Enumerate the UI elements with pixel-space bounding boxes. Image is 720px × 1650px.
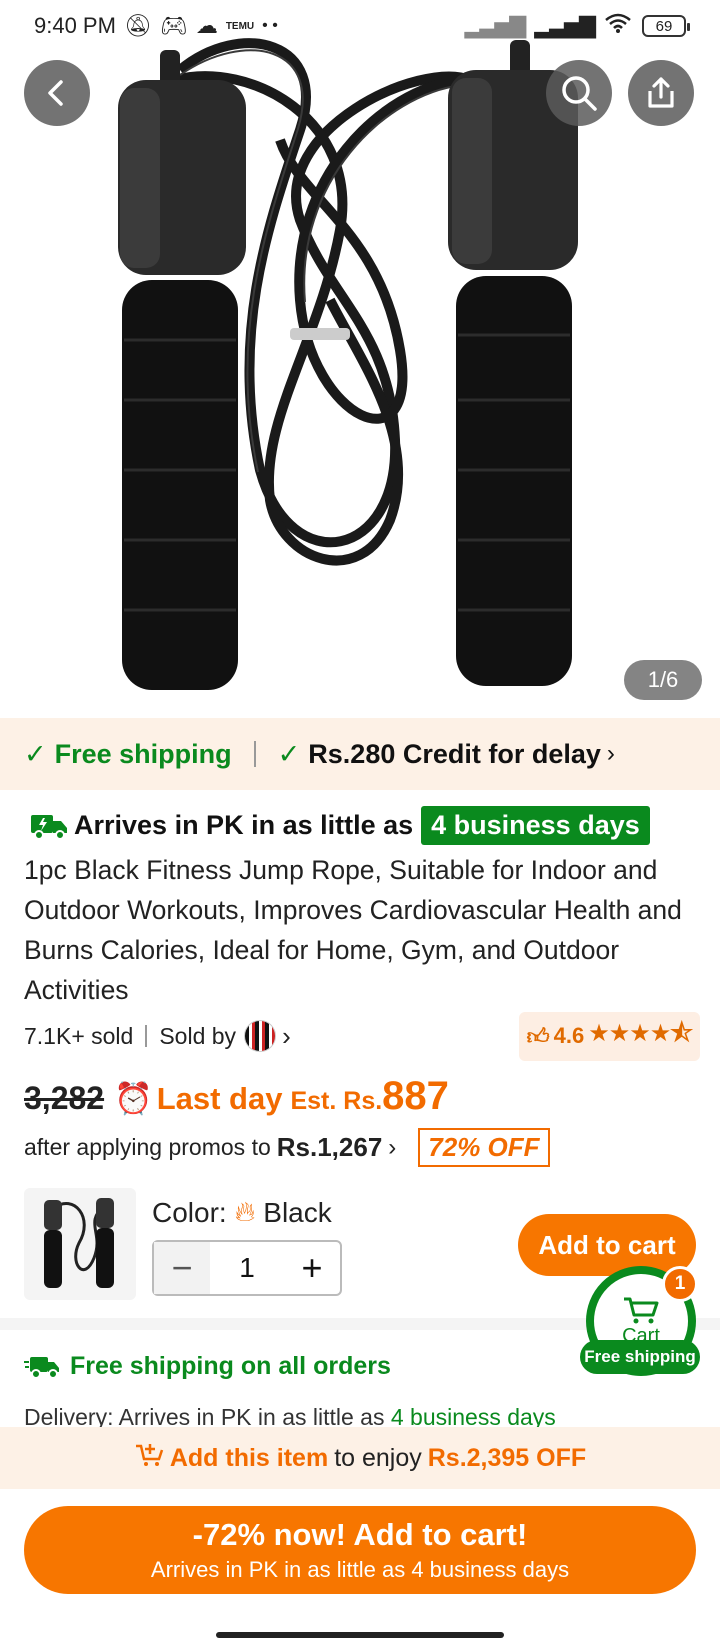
credit-for-delay-label: Rs.280 Credit for delay	[308, 738, 601, 769]
hot-flame-icon: 🔥︎	[234, 1196, 256, 1227]
cloud-icon: ☁	[195, 13, 218, 38]
add-to-cart-button[interactable]: Add to cart	[518, 1214, 696, 1276]
signal-icon: ▂▃▅▇	[464, 13, 527, 38]
cart-count-badge: 1	[662, 1266, 698, 1302]
color-label: Color:	[152, 1196, 227, 1228]
chevron-right-icon: ›	[388, 1133, 397, 1161]
fast-delivery-truck-icon	[24, 1356, 59, 1379]
price-row: 3,282 ⏰ Last day Est. Rs. 887	[24, 1074, 449, 1119]
search-icon	[562, 76, 597, 111]
status-bar: 9:40 PM 🔕︎ 🎮︎ ☁ TEMU • • ▂▃▅▇ ▂▃▅▇ 69	[0, 0, 720, 52]
divider	[145, 1025, 148, 1047]
quantity-stepper[interactable]: − 1 +	[152, 1240, 342, 1296]
arrival-text: Arrives in PK in as little as	[74, 810, 414, 840]
thumbs-up-icon: 👍︎	[526, 1023, 550, 1049]
add-item-text: Add this item	[169, 1443, 329, 1472]
promo-text: after applying promos to	[24, 1134, 271, 1160]
seller-logo[interactable]	[244, 1020, 277, 1052]
free-shipping-all-orders[interactable]: Free shipping on all orders	[24, 1352, 391, 1381]
more-notifications-icon: • •	[262, 17, 278, 34]
last-day-label: ⏰ Last day	[114, 1080, 283, 1117]
share-button[interactable]	[628, 60, 694, 126]
image-page-counter: 1/6	[624, 660, 702, 700]
cta-subline: Arrives in PK in as little as 4 business…	[150, 1557, 570, 1582]
cta-headline: -72% now! Add to cart!	[192, 1517, 528, 1552]
jump-rope-thumbnail	[44, 1198, 114, 1288]
cart-free-shipping-badge: Free shipping	[580, 1340, 700, 1374]
delivery-truck-icon	[31, 814, 67, 840]
bell-off-icon: 🔕︎	[123, 13, 152, 38]
free-shipping-label: Free shipping	[54, 738, 232, 769]
back-button[interactable]	[24, 60, 90, 126]
enjoy-text: to enjoy	[334, 1443, 422, 1472]
product-image-carousel[interactable]: 1/6	[0, 0, 720, 718]
arrival-info: Arrives in PK in as little as 4 business…	[30, 806, 650, 845]
sold-count: 7.1K+ sold	[24, 1022, 134, 1049]
color-selector[interactable]: Color: 🔥︎ Black	[152, 1196, 332, 1229]
battery-icon: 69	[642, 15, 690, 37]
promo-price: Rs.1,267	[276, 1132, 383, 1162]
promo-discount: Rs.2,395 OFF	[427, 1443, 587, 1472]
chevron-left-icon	[48, 80, 63, 106]
quantity-value[interactable]: 1	[210, 1252, 284, 1284]
rating-badge[interactable]: 👍︎ 4.6 ★★★★⯪	[518, 1011, 700, 1061]
decrease-quantity-button[interactable]: −	[154, 1242, 210, 1294]
home-indicator[interactable]	[216, 1632, 504, 1638]
sold-by-label: Sold by	[159, 1022, 237, 1049]
chevron-right-icon[interactable]: ›	[282, 1021, 291, 1052]
add-to-cart-plus-icon	[134, 1442, 164, 1475]
estimated-price: 887	[382, 1074, 449, 1118]
shipping-banner[interactable]: ✓ Free shipping ✓ Rs.280 Credit for dela…	[0, 718, 720, 790]
check-icon: ✓	[24, 738, 47, 769]
est-price-prefix: Est. Rs.	[290, 1087, 383, 1115]
variant-thumbnail[interactable]	[24, 1188, 136, 1300]
original-price: 3,282	[24, 1080, 105, 1116]
alarm-clock-icon: ⏰	[114, 1081, 153, 1116]
promo-row[interactable]: after applying promos to Rs.1,267 › 72% …	[24, 1128, 550, 1167]
share-icon	[648, 77, 674, 108]
increase-quantity-button[interactable]: +	[284, 1242, 340, 1294]
temu-app-icon: TEMU	[225, 20, 255, 32]
main-add-to-cart-button[interactable]: -72% now! Add to cart! Arrives in PK in …	[24, 1506, 696, 1594]
status-time: 9:40 PM	[34, 13, 116, 38]
delivery-info: Delivery: Arrives in PK in as little as …	[24, 1404, 556, 1428]
wifi-icon	[604, 12, 632, 40]
chevron-right-icon: ›	[606, 740, 615, 767]
jump-rope-image	[118, 38, 578, 690]
divider	[253, 741, 256, 767]
color-value: Black	[263, 1196, 332, 1228]
promo-strip[interactable]: Add this item to enjoy Rs.2,395 OFF	[0, 1427, 720, 1489]
search-button[interactable]	[546, 60, 612, 126]
cart-icon	[624, 1297, 659, 1323]
signal-icon-2: ▂▃▅▇	[534, 13, 596, 38]
gamepad-icon: 🎮︎	[159, 13, 188, 38]
sales-meta-row: 7.1K+ sold Sold by › 👍︎ 4.6 ★★★★⯪	[24, 1011, 700, 1061]
star-rating-icon: ★★★★⯪	[588, 1019, 693, 1047]
arrival-days-badge: 4 business days	[421, 806, 650, 845]
rating-value: 4.6	[553, 1023, 585, 1048]
product-title: 1pc Black Fitness Jump Rope, Suitable fo…	[24, 855, 682, 1005]
check-icon: ✓	[277, 738, 301, 769]
discount-badge: 72% OFF	[418, 1128, 550, 1167]
